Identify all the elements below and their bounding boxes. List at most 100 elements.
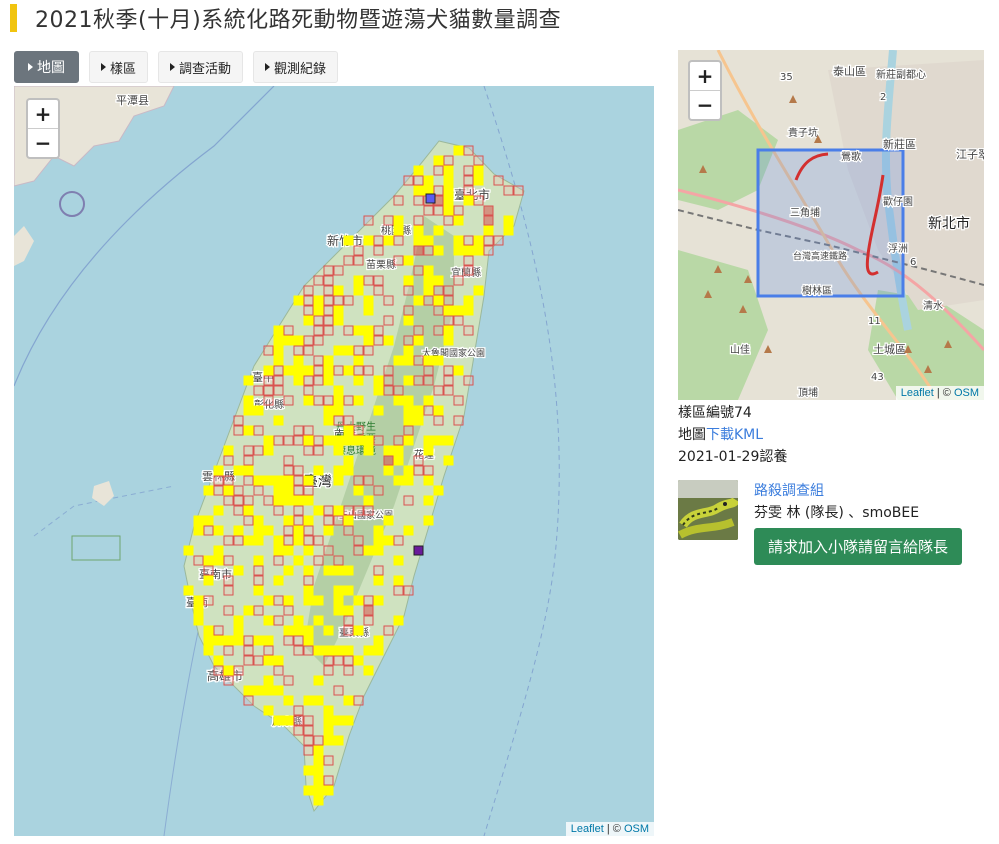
survey-cell-surveyed[interactable] (443, 435, 454, 446)
survey-cell-surveyed[interactable] (343, 605, 354, 616)
survey-cell-surveyed[interactable] (343, 235, 354, 246)
survey-cell-adopted[interactable] (283, 435, 294, 446)
survey-cell-surveyed[interactable] (343, 425, 354, 436)
survey-cell-surveyed[interactable] (243, 465, 254, 476)
survey-cell-surveyed[interactable] (423, 355, 434, 366)
survey-cell-surveyed[interactable] (383, 235, 394, 246)
survey-cell-surveyed[interactable] (343, 565, 354, 576)
plot-mini-map[interactable]: 泰山區 新莊副都心 貴子坑 鶯歌 新莊區 江子翠 三角埔 新北市 歡仔園 浮洲 台灣高速鐵路 樹林區清… (678, 50, 984, 400)
survey-cell-adopted[interactable] (263, 495, 274, 506)
survey-cell-surveyed[interactable] (203, 555, 214, 566)
survey-cell-adopted[interactable] (373, 435, 384, 446)
survey-cell-adopted[interactable] (433, 385, 444, 396)
survey-cell-adopted[interactable] (233, 495, 244, 506)
survey-cell-surveyed[interactable] (503, 225, 514, 236)
survey-cell-adopted[interactable] (323, 295, 334, 306)
leaflet-link[interactable]: Leaflet (571, 823, 604, 835)
survey-cell-surveyed[interactable] (263, 525, 274, 536)
survey-cell-surveyed[interactable] (393, 225, 404, 236)
survey-cell-adopted[interactable] (253, 485, 264, 496)
survey-cell-surveyed[interactable] (273, 495, 284, 506)
survey-cell-surveyed[interactable] (293, 525, 304, 536)
survey-cell-adopted[interactable] (463, 255, 474, 266)
survey-cell-adopted[interactable] (283, 395, 294, 406)
survey-cell-surveyed[interactable] (303, 495, 314, 506)
survey-cell-adopted[interactable] (413, 465, 424, 476)
mini-leaflet-link[interactable]: Leaflet (901, 387, 934, 399)
survey-cell-surveyed[interactable] (333, 465, 344, 476)
survey-cell-surveyed[interactable] (273, 545, 284, 556)
survey-cell-adopted[interactable] (243, 695, 254, 706)
survey-cell-adopted[interactable] (413, 175, 424, 186)
survey-cell-surveyed[interactable] (443, 185, 454, 196)
survey-cell-adopted[interactable] (313, 395, 324, 406)
survey-cell-adopted[interactable] (323, 395, 334, 406)
survey-cell-adopted[interactable] (303, 725, 314, 736)
survey-cell-adopted[interactable] (313, 555, 324, 566)
survey-cell-adopted[interactable] (273, 385, 284, 396)
survey-cell-surveyed[interactable] (453, 215, 464, 226)
survey-cell-surveyed[interactable] (403, 395, 414, 406)
survey-cell-adopted[interactable] (303, 575, 314, 586)
survey-cell-adopted[interactable] (283, 535, 294, 546)
survey-cell-surveyed[interactable] (243, 405, 254, 416)
survey-cell-surveyed[interactable] (263, 685, 274, 696)
survey-cell-adopted[interactable] (403, 175, 414, 186)
survey-cell-adopted[interactable] (283, 455, 294, 466)
survey-cell-adopted[interactable] (463, 165, 474, 176)
survey-cell-adopted[interactable] (333, 415, 344, 426)
survey-cell-adopted[interactable] (283, 605, 294, 616)
survey-cell-surveyed[interactable] (503, 215, 514, 226)
survey-cell-surveyed[interactable] (423, 515, 434, 526)
survey-cell-adopted[interactable] (343, 625, 354, 636)
survey-cell-adopted[interactable] (333, 515, 344, 526)
survey-cell-surveyed[interactable] (263, 705, 274, 716)
survey-cell-adopted[interactable] (303, 645, 314, 656)
osm-link[interactable]: OSM (624, 823, 649, 835)
survey-cell-surveyed[interactable] (243, 395, 254, 406)
survey-cell-surveyed[interactable] (293, 615, 304, 626)
survey-cell-surveyed[interactable] (443, 175, 454, 186)
survey-cell-adopted[interactable] (333, 555, 344, 566)
survey-cell-surveyed[interactable] (333, 505, 344, 516)
survey-cell-adopted[interactable] (373, 565, 384, 576)
survey-cell-surveyed[interactable] (323, 365, 334, 376)
main-map-canvas[interactable]: 平潭县臺北市新竹市桃園縣苗栗縣宜蘭縣太魯閣國家公園臺中彰化縣南投花蓮雲林縣臺灣玉… (14, 86, 654, 836)
survey-cell-surveyed[interactable] (403, 315, 414, 326)
survey-cell-surveyed[interactable] (313, 775, 324, 786)
survey-cell-surveyed[interactable] (323, 405, 334, 416)
survey-cell-surveyed[interactable] (343, 455, 354, 466)
survey-cell-surveyed[interactable] (463, 195, 474, 206)
survey-cell-surveyed[interactable] (253, 475, 264, 486)
highlight-cell[interactable] (413, 545, 424, 556)
survey-cell-adopted[interactable] (423, 465, 434, 476)
survey-cell-adopted[interactable] (303, 285, 314, 296)
survey-cell-adopted[interactable] (373, 485, 384, 496)
survey-cell-surveyed[interactable] (253, 525, 264, 536)
mini-map-canvas[interactable]: 泰山區 新莊副都心貴子坑鶯歌 新莊區江子翠三角埔新北市 歡仔園浮洲台灣高速鐵路樹林區清… (678, 50, 984, 400)
survey-cell-adopted[interactable] (463, 375, 474, 386)
survey-cell-surveyed[interactable] (423, 275, 434, 286)
survey-cell-surveyed[interactable] (353, 485, 364, 496)
survey-cell-adopted[interactable] (443, 295, 454, 306)
survey-cell-adopted[interactable] (223, 575, 234, 586)
survey-cell-surveyed[interactable] (303, 435, 314, 446)
survey-cell-adopted[interactable] (303, 345, 314, 356)
survey-cell-adopted[interactable] (413, 375, 424, 386)
survey-cell-adopted[interactable] (293, 505, 304, 516)
survey-cell-surveyed[interactable] (313, 675, 324, 686)
survey-cell-adopted[interactable] (233, 425, 244, 436)
survey-cell-adopted[interactable] (323, 775, 334, 786)
survey-cell-surveyed[interactable] (333, 285, 344, 296)
survey-cell-adopted[interactable] (463, 145, 474, 156)
survey-cell-adopted[interactable] (303, 485, 314, 496)
survey-cell-adopted[interactable] (463, 235, 474, 246)
survey-cell-adopted[interactable] (413, 265, 424, 276)
survey-cell-surveyed[interactable] (403, 405, 414, 416)
survey-cell-surveyed[interactable] (373, 535, 384, 546)
survey-cell-surveyed[interactable] (403, 435, 414, 446)
survey-cell-surveyed[interactable] (373, 635, 384, 646)
survey-cell-adopted[interactable] (253, 655, 264, 666)
survey-cell-adopted[interactable] (263, 645, 274, 656)
survey-cell-surveyed[interactable] (313, 505, 324, 516)
